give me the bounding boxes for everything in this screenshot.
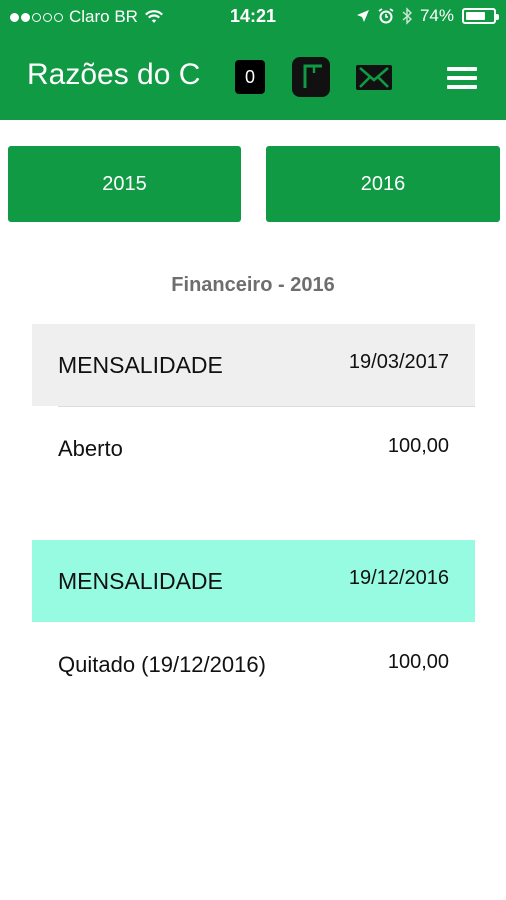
entry-detail-row: Quitado (19/12/2016) 100,00 [32, 642, 475, 702]
menu-icon[interactable] [447, 67, 477, 89]
battery-percent: 74% [419, 6, 454, 25]
year-2015-button[interactable]: 2015 [8, 146, 241, 222]
entry-date: 19/12/2016 [348, 567, 449, 589]
f-app-icon[interactable] [292, 57, 330, 97]
entry-detail-row: Aberto 100,00 [32, 426, 475, 486]
entry-header[interactable]: MENSALIDADE 19/03/2017 [32, 324, 475, 406]
battery-icon [462, 8, 499, 24]
battery-fill [466, 12, 486, 20]
section-title: Financeiro - 2016 [171, 274, 335, 296]
entry-type: MENSALIDADE [58, 352, 223, 378]
divider [58, 406, 475, 407]
mail-icon[interactable] [355, 57, 393, 97]
entry-status: Aberto [58, 436, 123, 461]
entry-header[interactable]: MENSALIDADE 19/12/2016 [32, 540, 475, 622]
status-right: 74% [356, 6, 499, 26]
app-bar: Razões do C 0 [0, 34, 506, 120]
entry-type: MENSALIDADE [58, 568, 223, 594]
entry-date: 19/03/2017 [348, 351, 449, 373]
location-arrow-icon [356, 10, 369, 22]
entry-value: 100,00 [387, 435, 449, 457]
notification-count-badge[interactable]: 0 [235, 60, 265, 94]
bluetooth-icon [402, 7, 412, 25]
alarm-icon [378, 8, 394, 24]
entry-value: 100,00 [387, 651, 449, 673]
status-bar: Claro BR 14:21 74% [0, 0, 506, 34]
entry-status: Quitado (19/12/2016) [58, 652, 266, 677]
year-2016-button[interactable]: 2016 [266, 146, 500, 222]
app-title: Razões do C [27, 58, 201, 91]
